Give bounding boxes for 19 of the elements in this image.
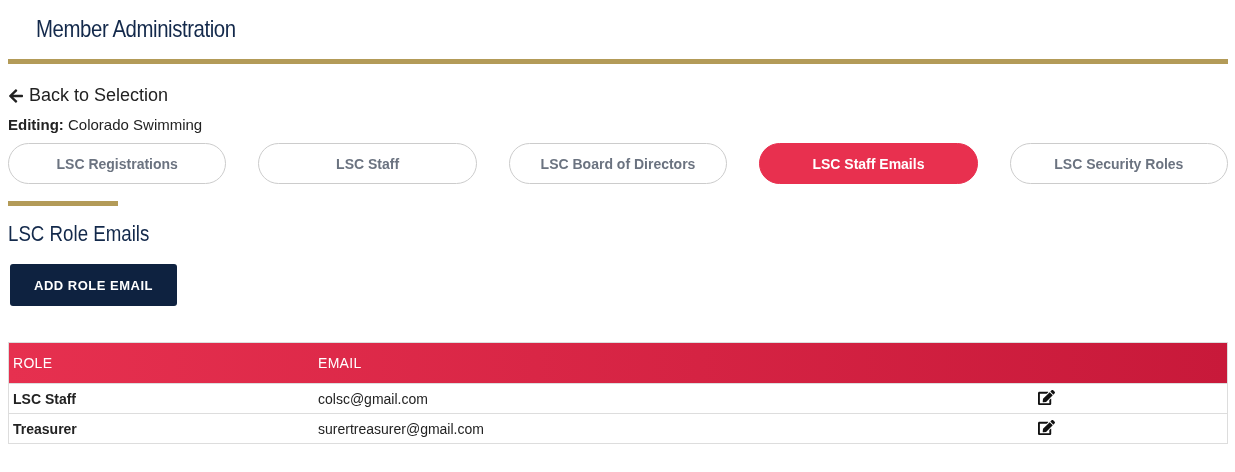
table-cell: LSC Staff	[8, 383, 314, 414]
column-header: ROLE	[8, 342, 314, 384]
table-cell: Treasurer	[8, 413, 314, 444]
back-link[interactable]: Back to Selection	[8, 85, 169, 106]
column-header: EMAIL	[314, 342, 1034, 384]
tab[interactable]: LSC Registrations	[8, 143, 227, 184]
edit-icon[interactable]	[1038, 418, 1055, 436]
tab[interactable]: LSC Staff Emails	[759, 143, 978, 184]
section-title: LSC Role Emails	[8, 220, 151, 248]
table-cell: colsc@gmail.com	[314, 383, 1034, 414]
page-title: Member Administration	[36, 14, 237, 44]
editing-label: Editing: Colorado Swimming	[8, 116, 204, 133]
tab[interactable]: LSC Staff	[258, 143, 477, 184]
tab[interactable]: LSC Board of Directors	[508, 143, 728, 184]
tab[interactable]: LSC Security Roles	[1009, 143, 1229, 184]
edit-icon[interactable]	[1038, 388, 1055, 406]
back-arrow-icon	[8, 87, 24, 104]
table-cell: surertreasurer@gmail.com	[314, 413, 1034, 444]
add-role-email-button[interactable]: ADD ROLE EMAIL	[10, 264, 177, 306]
